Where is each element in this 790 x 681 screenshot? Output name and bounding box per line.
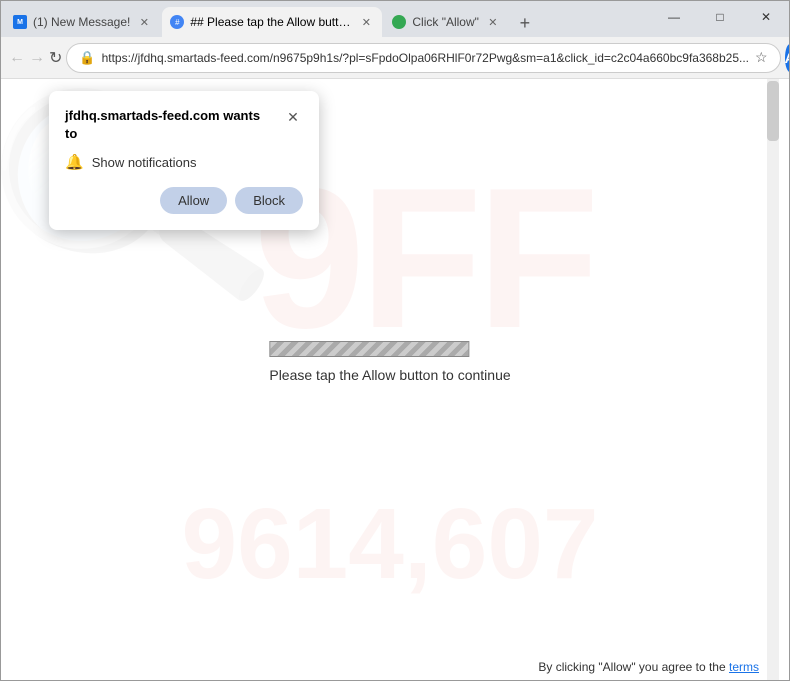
page-content: 🔍 9FF 9614,607 jfdhq.smartads-feed.com w… — [1, 79, 779, 681]
tab-close-click[interactable]: ✕ — [485, 14, 501, 30]
profile-icon[interactable]: A — [785, 44, 790, 72]
popup-permission-row: 🔔 Show notifications — [65, 153, 303, 171]
security-icon: 🔒 — [79, 50, 95, 66]
permission-label: Show notifications — [92, 155, 197, 170]
browser-window: M (1) New Message! ✕ # ## Please tap the… — [0, 0, 790, 681]
footer-text: By clicking "Allow" you agree to the ter… — [538, 660, 759, 674]
tab-smartads[interactable]: # ## Please tap the Allow button... ✕ — [162, 7, 382, 37]
tab-favicon-smartads: # — [170, 15, 184, 29]
close-button[interactable]: ✕ — [743, 1, 789, 33]
address-url[interactable]: https://jfdhq.smartads-feed.com/n9675p9h… — [102, 51, 749, 65]
popup-header: jfdhq.smartads-feed.com wants to ✕ — [65, 107, 303, 143]
scrollbar[interactable] — [767, 79, 779, 681]
address-bar-row: ← → ↻ 🔒 https://jfdhq.smartads-feed.com/… — [1, 37, 789, 79]
popup-close-button[interactable]: ✕ — [283, 107, 303, 127]
popup-actions: Allow Block — [65, 187, 303, 214]
window-controls: — □ ✕ — [651, 1, 789, 33]
tab-click-allow[interactable]: Click "Allow" ✕ — [384, 7, 509, 37]
tab-favicon-click — [392, 15, 406, 29]
tab-title-click: Click "Allow" — [412, 15, 479, 29]
tab-new-message[interactable]: M (1) New Message! ✕ — [5, 7, 160, 37]
popup-domain: jfdhq.smartads-feed.com — [65, 108, 220, 123]
address-bar[interactable]: 🔒 https://jfdhq.smartads-feed.com/n9675p… — [66, 43, 780, 73]
tab-close-smartads[interactable]: ✕ — [358, 14, 374, 30]
footer-label: By clicking "Allow" you agree to the — [538, 660, 729, 674]
reload-button[interactable]: ↻ — [49, 44, 62, 72]
block-button[interactable]: Block — [235, 187, 303, 214]
progress-text: Please tap the Allow button to continue — [269, 367, 510, 383]
terms-link[interactable]: terms — [729, 660, 759, 674]
tab-favicon-new-message: M — [13, 15, 27, 29]
bookmark-icon[interactable]: ☆ — [755, 49, 768, 66]
forward-button[interactable]: → — [29, 44, 45, 72]
tab-title-smartads: ## Please tap the Allow button... — [190, 15, 352, 29]
maximize-button[interactable]: □ — [697, 1, 743, 33]
new-tab-button[interactable]: + — [511, 9, 539, 37]
back-button[interactable]: ← — [9, 44, 25, 72]
progress-bar — [269, 341, 469, 357]
bell-icon: 🔔 — [65, 153, 84, 171]
notification-popup: jfdhq.smartads-feed.com wants to ✕ 🔔 Sho… — [49, 91, 319, 230]
popup-title: jfdhq.smartads-feed.com wants to — [65, 107, 275, 143]
progress-container: Please tap the Allow button to continue — [269, 341, 510, 383]
minimize-button[interactable]: — — [651, 1, 697, 33]
tab-title-new-message: (1) New Message! — [33, 15, 130, 29]
tab-close-new-message[interactable]: ✕ — [136, 14, 152, 30]
tab-bar: M (1) New Message! ✕ # ## Please tap the… — [1, 1, 789, 37]
watermark-bottom: 9614,607 — [181, 487, 598, 602]
allow-button[interactable]: Allow — [160, 187, 227, 214]
scrollbar-thumb[interactable] — [767, 81, 779, 141]
